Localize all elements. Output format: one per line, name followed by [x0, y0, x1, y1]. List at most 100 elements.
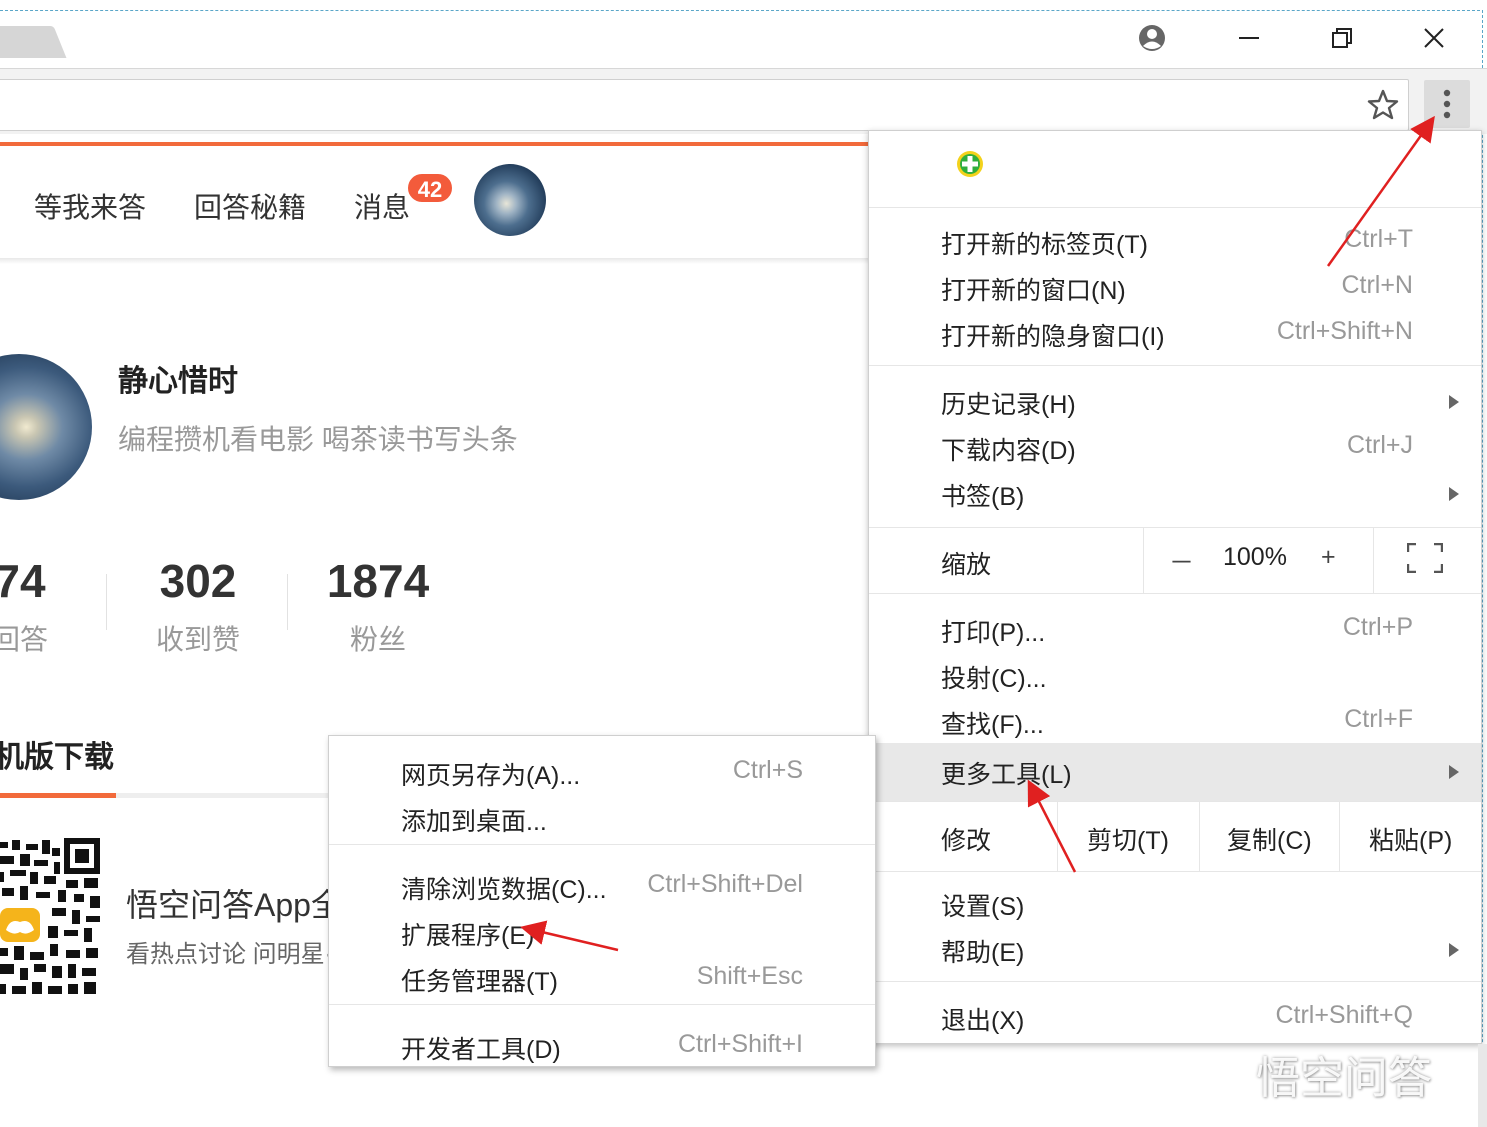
green-plus-extension-icon[interactable] — [955, 149, 985, 179]
stat-likes-value[interactable]: 302 — [138, 554, 258, 608]
menu-item-label: 打印(P)... — [941, 619, 1046, 647]
minimize-icon[interactable] — [1230, 20, 1270, 56]
zoom-in-button[interactable]: + — [1321, 543, 1336, 572]
app-title[interactable]: 悟空问答App全 — [126, 880, 343, 926]
paste-button[interactable]: 粘贴(P) — [1369, 821, 1452, 857]
menu-item-label: 帮助(E) — [941, 939, 1025, 967]
stat-divider — [287, 574, 288, 630]
stat-fans-label: 粉丝 — [349, 624, 406, 655]
menu-item-label: 查找(F)... — [941, 711, 1044, 739]
stat-answers-value[interactable]: 74 — [0, 554, 70, 608]
menu-settings[interactable]: 设置(S) — [869, 881, 1481, 927]
menu-separator — [869, 365, 1481, 366]
menu-item-shortcut: Ctrl+J — [1347, 431, 1413, 459]
menu-find[interactable]: 查找(F)... Ctrl+F — [869, 699, 1481, 745]
menu-item-shortcut: Ctrl+N — [1341, 271, 1413, 299]
restore-icon[interactable] — [1322, 20, 1362, 56]
browser-tab[interactable] — [0, 26, 67, 58]
menu-item-shortcut: Ctrl+Shift+N — [1276, 317, 1413, 345]
nav-answer-tips[interactable]: 回答秘籍 — [194, 186, 306, 226]
menu-item-label: 开发者工具(D) — [401, 1036, 561, 1064]
menu-item-label: 历史记录(H) — [941, 391, 1076, 419]
selection-border-top — [0, 10, 1480, 11]
menu-item-shortcut: Ctrl+Shift+Q — [1275, 1001, 1413, 1029]
user-avatar[interactable] — [474, 164, 546, 236]
menu-item-label: 打开新的标签页(T) — [941, 231, 1148, 259]
menu-item-label: 设置(S) — [941, 893, 1025, 921]
close-icon[interactable] — [1414, 20, 1454, 56]
watermark-logo — [1185, 1063, 1245, 1092]
menu-item-label: 书签(B) — [941, 483, 1025, 511]
account-circle-icon[interactable] — [1132, 20, 1172, 56]
cut-button[interactable]: 剪切(T) — [1087, 821, 1169, 857]
submenu-clear-browsing-data[interactable]: 清除浏览数据(C)... Ctrl+Shift+Del — [329, 858, 875, 904]
window-titlebar — [0, 0, 1487, 1127]
chevron-right-icon — [1449, 487, 1459, 501]
menu-separator — [869, 207, 1481, 208]
submenu-extensions[interactable]: 扩展程序(E) — [329, 904, 875, 950]
fullscreen-icon[interactable] — [1406, 542, 1444, 574]
menu-item-label: 退出(X) — [941, 1007, 1025, 1035]
menu-exit[interactable]: 退出(X) Ctrl+Shift+Q — [869, 995, 1481, 1041]
edit-divider — [1199, 801, 1200, 871]
profile-bio: 编程攒机看电影 喝茶读书写头条 — [118, 424, 518, 455]
menu-item-shortcut: Ctrl+P — [1342, 613, 1413, 641]
menu-item-shortcut: Ctrl+T — [1344, 225, 1413, 253]
watermark-text: 悟空问答 — [1256, 1054, 1432, 1103]
zoom-divider — [1373, 527, 1374, 593]
menu-more-tools[interactable]: 更多工具(L) — [869, 743, 1481, 801]
menu-zoom-row: 缩放 － 100% + — [869, 527, 1481, 593]
menu-separator — [869, 871, 1481, 872]
submenu-add-to-desktop[interactable]: 添加到桌面... — [329, 790, 875, 836]
edit-label: 修改 — [941, 827, 992, 855]
menu-item-label: 添加到桌面... — [401, 808, 547, 836]
nav-wait-answer[interactable]: 等我来答 — [34, 186, 146, 226]
chevron-right-icon — [1449, 943, 1459, 957]
menu-separator — [329, 1004, 875, 1005]
menu-separator — [869, 801, 1481, 802]
zoom-level: 100% — [1223, 543, 1287, 571]
submenu-save-page-as[interactable]: 网页另存为(A)... Ctrl+S — [329, 744, 875, 790]
stat-likes-label: 收到赞 — [155, 624, 240, 655]
zoom-out-button[interactable]: － — [1169, 543, 1194, 579]
menu-separator — [329, 844, 875, 845]
vertical-dots-icon[interactable] — [1424, 80, 1470, 128]
menu-item-label: 下载内容(D) — [941, 437, 1076, 465]
nav-divider — [0, 258, 868, 264]
menu-print[interactable]: 打印(P)... Ctrl+P — [869, 607, 1481, 653]
nav-messages[interactable]: 消息 — [354, 186, 410, 226]
menu-item-label: 清除浏览数据(C)... — [401, 876, 607, 904]
zoom-divider — [1143, 527, 1144, 593]
menu-item-label: 任务管理器(T) — [401, 968, 558, 996]
menu-downloads[interactable]: 下载内容(D) Ctrl+J — [869, 425, 1481, 471]
menu-new-incognito-window[interactable]: 打开新的隐身窗口(I) Ctrl+Shift+N — [869, 311, 1481, 357]
menu-new-window[interactable]: 打开新的窗口(N) Ctrl+N — [869, 265, 1481, 311]
menu-help[interactable]: 帮助(E) — [869, 927, 1481, 973]
star-icon[interactable] — [1366, 88, 1400, 122]
menu-item-label: 更多工具(L) — [941, 761, 1072, 789]
stat-answers-label: 回答 — [0, 624, 48, 655]
copy-button[interactable]: 复制(C) — [1227, 821, 1312, 857]
app-description: 看热点讨论 问明星· — [126, 941, 333, 968]
menu-item-label: 扩展程序(E) — [401, 922, 535, 950]
submenu-developer-tools[interactable]: 开发者工具(D) Ctrl+Shift+I — [329, 1018, 875, 1064]
submenu-task-manager[interactable]: 任务管理器(T) Shift+Esc — [329, 950, 875, 996]
menu-edit-row: 修改 剪切(T) 复制(C) 粘贴(P) — [869, 801, 1481, 871]
zoom-label: 缩放 — [941, 551, 992, 579]
menu-new-tab[interactable]: 打开新的标签页(T) Ctrl+T — [869, 219, 1481, 265]
menu-separator — [869, 593, 1481, 594]
qr-code-image — [0, 838, 102, 998]
profile-name: 静心惜时 — [118, 365, 238, 398]
menu-bookmarks[interactable]: 书签(B) — [869, 471, 1481, 517]
stat-divider — [106, 574, 107, 630]
address-bar[interactable] — [0, 79, 1409, 131]
menu-cast[interactable]: 投射(C)... — [869, 653, 1481, 699]
menu-history[interactable]: 历史记录(H) — [869, 379, 1481, 425]
selection-border-right — [1482, 10, 1483, 1127]
menu-item-label: 网页另存为(A)... — [401, 762, 581, 790]
message-count-badge: 42 — [406, 172, 454, 204]
chevron-right-icon — [1449, 765, 1459, 779]
stat-fans-value[interactable]: 1874 — [312, 554, 444, 608]
section-underline-accent — [0, 793, 116, 798]
top-accent-bar — [0, 142, 868, 146]
